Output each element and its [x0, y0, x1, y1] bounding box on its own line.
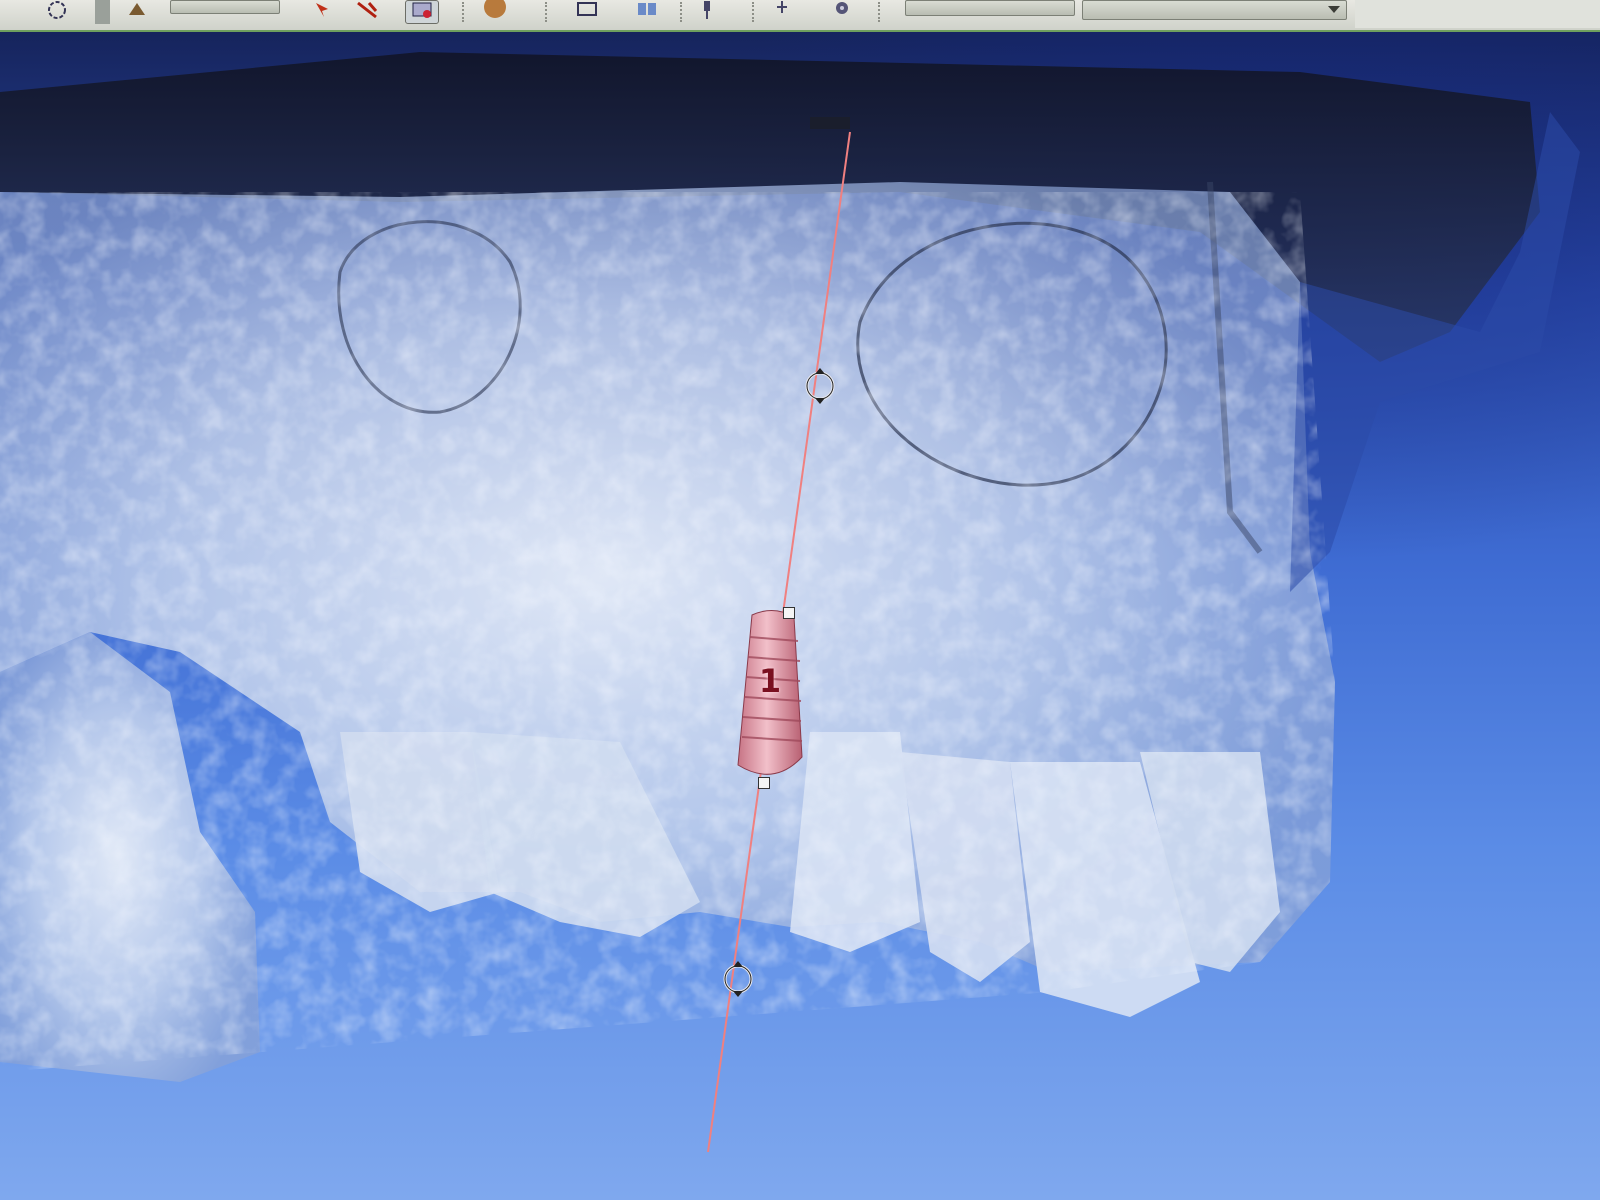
- toolbar-separator: [545, 2, 547, 22]
- toolbar-separator: [680, 2, 682, 22]
- move-icon: [125, 0, 149, 26]
- implant-number-label: 1: [758, 662, 782, 700]
- implant-top-handle[interactable]: [783, 607, 795, 619]
- chevron-down-icon: [1328, 6, 1340, 13]
- sphere-icon: [482, 0, 508, 26]
- rotate-handle-icon: [805, 368, 835, 404]
- layout-button[interactable]: [570, 0, 604, 24]
- implant-bottom-handle[interactable]: [758, 777, 770, 789]
- pin-button[interactable]: [690, 0, 724, 24]
- view-mode-field[interactable]: [170, 0, 280, 14]
- layout-icon: [575, 0, 599, 25]
- view-select[interactable]: [1082, 0, 1347, 20]
- toolbar-separator: [752, 2, 754, 22]
- pin-icon: [697, 0, 717, 26]
- 3d-viewport[interactable]: 1: [0, 32, 1600, 1200]
- toolbar-separator: [462, 2, 464, 22]
- move-button[interactable]: [120, 0, 154, 24]
- toolbar-grip: [95, 0, 110, 24]
- pointer-button[interactable]: [305, 0, 339, 24]
- view-icon: [410, 0, 434, 25]
- tool-icon: [772, 0, 792, 26]
- dental-implant[interactable]: 1: [730, 607, 810, 787]
- toolbar-empty-area: [1355, 0, 1600, 28]
- rotate-handle-icon: [723, 961, 753, 997]
- sphere-button[interactable]: [478, 0, 512, 24]
- toolbar-separator: [878, 2, 880, 22]
- pointer-icon: [310, 0, 334, 26]
- view-button[interactable]: [405, 0, 439, 24]
- rotate-button[interactable]: [40, 0, 74, 24]
- measure-button[interactable]: [350, 0, 384, 24]
- toolbar: [0, 0, 1600, 32]
- settings-button[interactable]: [825, 0, 859, 24]
- tool-button[interactable]: [765, 0, 799, 24]
- split-view-button[interactable]: [630, 0, 664, 24]
- measure-icon: [355, 0, 379, 26]
- view-name-field[interactable]: [905, 0, 1075, 16]
- upper-rotate-handle[interactable]: [802, 364, 838, 408]
- settings-icon: [831, 0, 853, 26]
- split-view-icon: [635, 0, 659, 25]
- lower-rotate-handle[interactable]: [720, 957, 756, 1001]
- rotate-icon: [45, 0, 69, 26]
